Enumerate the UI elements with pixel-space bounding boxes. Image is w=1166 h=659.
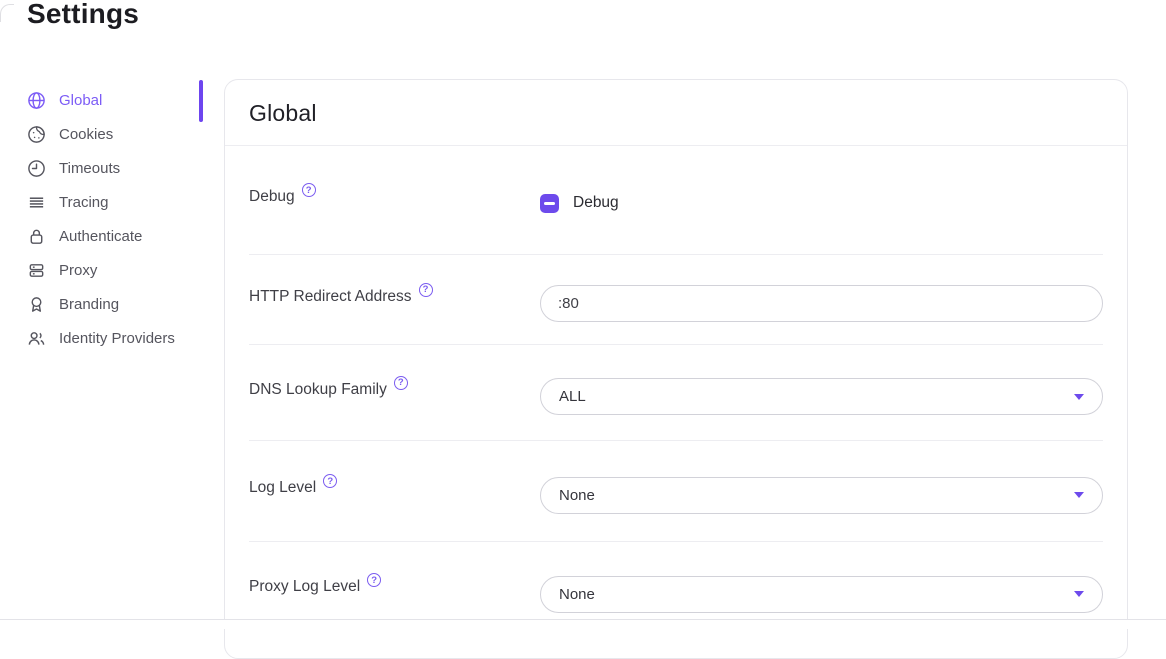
log-level-control: None [540, 477, 1103, 514]
debug-checkbox-wrap: Debug [540, 194, 1103, 213]
select-value: None [559, 487, 595, 504]
content-area: Global Cookies [0, 79, 1166, 659]
sidebar-item-label: Tracing [59, 194, 108, 211]
sidebar-item-label: Timeouts [59, 160, 120, 177]
field-label-debug: Debug ? [249, 188, 540, 206]
page-title: Settings [0, 0, 1166, 30]
sidebar-item-proxy[interactable]: Proxy [27, 253, 203, 287]
field-label-proxy-log-level: Proxy Log Level ? [249, 578, 540, 596]
settings-sidebar: Global Cookies [27, 79, 203, 355]
active-item-indicator [199, 80, 203, 122]
cookie-icon [27, 125, 46, 144]
http-redirect-address-input[interactable] [540, 285, 1103, 322]
sidebar-item-tracing[interactable]: Tracing [27, 185, 203, 219]
field-label-log-level: Log Level ? [249, 479, 540, 497]
card-title: Global [225, 80, 1127, 146]
field-label-http-redirect-address: HTTP Redirect Address ? [249, 288, 540, 306]
badge-icon [27, 295, 46, 314]
form-row-http-redirect-address: HTTP Redirect Address ? [249, 255, 1103, 345]
users-icon [27, 329, 46, 348]
settings-page: Settings Global [0, 0, 1166, 629]
http-redirect-address-control [540, 285, 1103, 322]
global-settings-card: Global Debug ? Debug [224, 79, 1128, 659]
help-icon[interactable]: ? [302, 183, 316, 197]
debug-checkbox-label: Debug [573, 194, 619, 212]
sidebar-item-label: Identity Providers [59, 330, 175, 347]
help-icon[interactable]: ? [394, 376, 408, 390]
log-level-select[interactable]: None [540, 477, 1103, 514]
sidebar-item-timeouts[interactable]: Timeouts [27, 151, 203, 185]
select-value: ALL [559, 388, 586, 405]
sidebar-item-identity-providers[interactable]: Identity Providers [27, 321, 203, 355]
proxy-log-level-select[interactable]: None [540, 576, 1103, 613]
sidebar-item-authenticate[interactable]: Authenticate [27, 219, 203, 253]
sidebar-item-label: Proxy [59, 262, 97, 279]
help-icon[interactable]: ? [367, 573, 381, 587]
dns-lookup-family-control: ALL [540, 378, 1103, 415]
sidebar-item-global[interactable]: Global [27, 83, 203, 117]
sidebar-item-label: Global [59, 92, 102, 109]
proxy-log-level-control: None [540, 576, 1103, 613]
form-row-debug: Debug ? Debug [249, 146, 1103, 255]
select-value: None [559, 586, 595, 603]
clock-icon [27, 159, 46, 178]
server-icon [27, 261, 46, 280]
lines-icon [27, 193, 46, 212]
sidebar-item-label: Cookies [59, 126, 113, 143]
help-icon[interactable]: ? [419, 283, 433, 297]
panel-corner [0, 4, 14, 22]
chevron-down-icon [1074, 591, 1084, 597]
footer-bar [0, 619, 1166, 629]
sidebar-item-cookies[interactable]: Cookies [27, 117, 203, 151]
form-row-dns-lookup-family: DNS Lookup Family ? ALL [249, 345, 1103, 441]
sidebar-item-branding[interactable]: Branding [27, 287, 203, 321]
lock-icon [27, 227, 46, 246]
sidebar-item-label: Branding [59, 296, 119, 313]
card-body: Debug ? Debug HTTP Redirect Address ? [225, 146, 1127, 638]
help-icon[interactable]: ? [323, 474, 337, 488]
field-label-dns-lookup-family: DNS Lookup Family ? [249, 381, 540, 399]
chevron-down-icon [1074, 492, 1084, 498]
form-row-log-level: Log Level ? None [249, 441, 1103, 542]
globe-icon [27, 91, 46, 110]
debug-checkbox[interactable] [540, 194, 559, 213]
dns-lookup-family-select[interactable]: ALL [540, 378, 1103, 415]
sidebar-item-label: Authenticate [59, 228, 142, 245]
debug-control: Debug [540, 195, 1103, 214]
chevron-down-icon [1074, 394, 1084, 400]
